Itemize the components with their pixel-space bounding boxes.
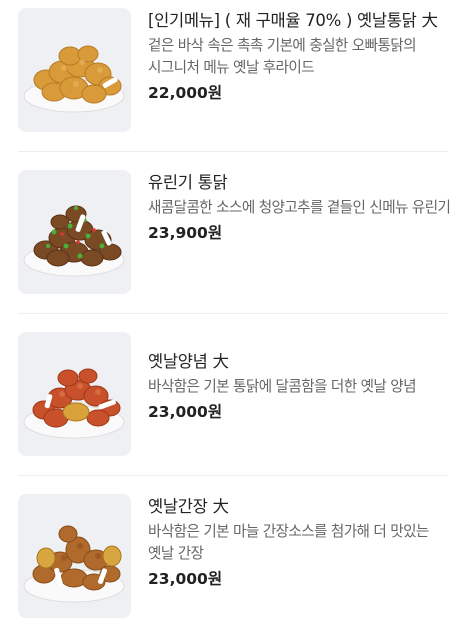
divider	[18, 313, 448, 314]
menu-item-price: 23,000원	[148, 403, 223, 421]
divider	[18, 475, 448, 476]
menu-item-info: 유린기 통닭 새콤달콤한 소스에 청양고추를 곁들인 신메뉴 유린기 23,90…	[148, 170, 454, 244]
menu-item-name: 유린기 통닭	[148, 173, 228, 192]
menu-list: [인기메뉴] ( 재 구매율 70% ) 옛날통닭 大 겉은 바삭 속은 촉촉 …	[0, 0, 466, 623]
menu-item-description: 겉은 바삭 속은 촉촉 기본에 충실한 오빠통닭의 시그니처 메뉴 옛날 후라이…	[148, 37, 417, 76]
menu-item-info: 옛날간장 大 바삭함은 기본 마늘 간장소스를 첨가해 더 맛있는 옛날 간장 …	[148, 494, 454, 590]
seasoned-chicken-icon	[18, 332, 131, 456]
menu-item-name: 옛날간장 大	[148, 497, 229, 516]
menu-item-price: 22,000원	[148, 84, 223, 102]
menu-item-description: 새콤달콤한 소스에 청양고추를 곁들인 신메뉴 유린기	[148, 199, 451, 216]
divider	[18, 151, 448, 152]
menu-item-name: [인기메뉴] ( 재 구매율 70% ) 옛날통닭 大	[148, 11, 438, 30]
soy-chicken-icon	[18, 494, 131, 618]
fried-chicken-icon	[18, 8, 131, 132]
menu-item-name: 옛날양념 大	[148, 352, 229, 371]
menu-item-info: [인기메뉴] ( 재 구매율 70% ) 옛날통닭 大 겉은 바삭 속은 촉촉 …	[148, 8, 454, 104]
menu-item-info: 옛날양념 大 바삭함은 기본 통닭에 달콤함을 더한 옛날 양념 23,000원	[148, 332, 454, 423]
menu-item-description: 바삭함은 기본 통닭에 달콤함을 더한 옛날 양념	[148, 378, 417, 395]
menu-item-price: 23,900원	[148, 224, 223, 242]
menu-item-price: 23,000원	[148, 570, 223, 588]
yuringi-chicken-icon	[18, 170, 131, 294]
menu-item-description: 바삭함은 기본 마늘 간장소스를 첨가해 더 맛있는 옛날 간장	[148, 523, 429, 562]
